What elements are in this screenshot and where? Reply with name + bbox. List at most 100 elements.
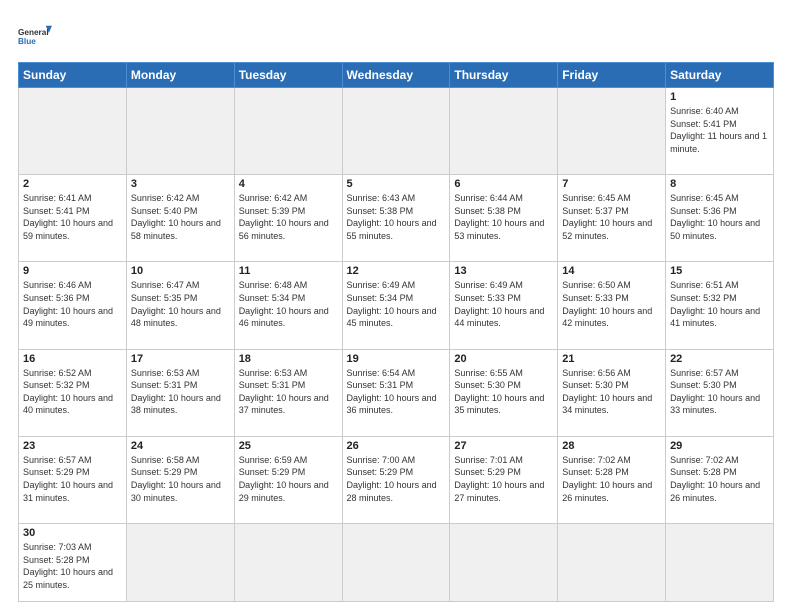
day-number: 10 bbox=[131, 265, 230, 277]
day-info: Sunrise: 6:49 AM Sunset: 5:33 PM Dayligh… bbox=[454, 279, 553, 329]
calendar-cell: 14 Sunrise: 6:50 AM Sunset: 5:33 PM Dayli… bbox=[558, 262, 666, 349]
calendar-cell bbox=[234, 88, 342, 175]
weekday-header-friday: Friday bbox=[558, 63, 666, 88]
calendar-cell bbox=[450, 88, 558, 175]
page: GeneralBlue SundayMondayTuesdayWednesday… bbox=[0, 0, 792, 612]
day-info: Sunrise: 6:48 AM Sunset: 5:34 PM Dayligh… bbox=[239, 279, 338, 329]
logo: GeneralBlue bbox=[18, 18, 54, 54]
day-number: 21 bbox=[562, 353, 661, 365]
day-info: Sunrise: 7:02 AM Sunset: 5:28 PM Dayligh… bbox=[670, 454, 769, 504]
day-info: Sunrise: 6:43 AM Sunset: 5:38 PM Dayligh… bbox=[347, 192, 446, 242]
svg-text:Blue: Blue bbox=[18, 37, 36, 46]
weekday-header-thursday: Thursday bbox=[450, 63, 558, 88]
day-info: Sunrise: 6:59 AM Sunset: 5:29 PM Dayligh… bbox=[239, 454, 338, 504]
calendar-cell bbox=[19, 88, 127, 175]
day-info: Sunrise: 6:51 AM Sunset: 5:32 PM Dayligh… bbox=[670, 279, 769, 329]
week-row-6: 30 Sunrise: 7:03 AM Sunset: 5:28 PM Dayli… bbox=[19, 524, 774, 602]
calendar-cell: 12Sunrise: 6:49 AM Sunset: 5:34 PM Dayli… bbox=[342, 262, 450, 349]
day-number: 28 bbox=[562, 440, 661, 452]
day-info: Sunrise: 6:46 AM Sunset: 5:36 PM Dayligh… bbox=[23, 279, 122, 329]
calendar-cell: 8Sunrise: 6:45 AM Sunset: 5:36 PM Daylig… bbox=[666, 175, 774, 262]
day-info: Sunrise: 6:50 AM Sunset: 5:33 PM Dayligh… bbox=[562, 279, 661, 329]
day-number: 22 bbox=[670, 353, 769, 365]
day-number: 14 bbox=[562, 265, 661, 277]
calendar-cell: 4 Sunrise: 6:42 AM Sunset: 5:39 PM Daylig… bbox=[234, 175, 342, 262]
weekday-header-wednesday: Wednesday bbox=[342, 63, 450, 88]
calendar-cell bbox=[558, 524, 666, 602]
day-number: 26 bbox=[347, 440, 446, 452]
calendar-cell: 1Sunrise: 6:40 AM Sunset: 5:41 PM Daylig… bbox=[666, 88, 774, 175]
header: GeneralBlue bbox=[18, 18, 774, 54]
day-number: 4 bbox=[239, 178, 338, 190]
calendar-cell: 3Sunrise: 6:42 AM Sunset: 5:40 PM Daylig… bbox=[126, 175, 234, 262]
day-info: Sunrise: 7:03 AM Sunset: 5:28 PM Dayligh… bbox=[23, 541, 122, 591]
calendar-cell: 21 Sunrise: 6:56 AM Sunset: 5:30 PM Dayli… bbox=[558, 349, 666, 436]
day-number: 5 bbox=[347, 178, 446, 190]
day-number: 30 bbox=[23, 527, 122, 539]
day-info: Sunrise: 6:55 AM Sunset: 5:30 PM Dayligh… bbox=[454, 367, 553, 417]
day-number: 12 bbox=[347, 265, 446, 277]
calendar-cell: 22 Sunrise: 6:57 AM Sunset: 5:30 PM Dayli… bbox=[666, 349, 774, 436]
day-info: Sunrise: 6:45 AM Sunset: 5:36 PM Dayligh… bbox=[670, 192, 769, 242]
day-info: Sunrise: 6:54 AM Sunset: 5:31 PM Dayligh… bbox=[347, 367, 446, 417]
day-info: Sunrise: 6:42 AM Sunset: 5:39 PM Dayligh… bbox=[239, 192, 338, 242]
day-info: Sunrise: 7:00 AM Sunset: 5:29 PM Dayligh… bbox=[347, 454, 446, 504]
calendar-cell bbox=[234, 524, 342, 602]
day-info: Sunrise: 6:56 AM Sunset: 5:30 PM Dayligh… bbox=[562, 367, 661, 417]
day-number: 9 bbox=[23, 265, 122, 277]
day-number: 1 bbox=[670, 91, 769, 103]
calendar-cell: 9 Sunrise: 6:46 AM Sunset: 5:36 PM Daylig… bbox=[19, 262, 127, 349]
day-number: 24 bbox=[131, 440, 230, 452]
calendar-cell bbox=[666, 524, 774, 602]
day-info: Sunrise: 6:41 AM Sunset: 5:41 PM Dayligh… bbox=[23, 192, 122, 242]
day-info: Sunrise: 6:44 AM Sunset: 5:38 PM Dayligh… bbox=[454, 192, 553, 242]
day-number: 13 bbox=[454, 265, 553, 277]
calendar-cell bbox=[126, 524, 234, 602]
calendar-cell: 5 Sunrise: 6:43 AM Sunset: 5:38 PM Daylig… bbox=[342, 175, 450, 262]
calendar-cell: 6 Sunrise: 6:44 AM Sunset: 5:38 PM Daylig… bbox=[450, 175, 558, 262]
calendar-cell: 27 Sunrise: 7:01 AM Sunset: 5:29 PM Dayli… bbox=[450, 436, 558, 523]
day-number: 25 bbox=[239, 440, 338, 452]
calendar-cell: 16Sunrise: 6:52 AM Sunset: 5:32 PM Dayli… bbox=[19, 349, 127, 436]
calendar-cell bbox=[126, 88, 234, 175]
day-info: Sunrise: 6:58 AM Sunset: 5:29 PM Dayligh… bbox=[131, 454, 230, 504]
calendar-cell: 10 Sunrise: 6:47 AM Sunset: 5:35 PM Dayli… bbox=[126, 262, 234, 349]
calendar-table: SundayMondayTuesdayWednesdayThursdayFrid… bbox=[18, 62, 774, 602]
weekday-header-sunday: Sunday bbox=[19, 63, 127, 88]
week-row-2: 2Sunrise: 6:41 AM Sunset: 5:41 PM Daylig… bbox=[19, 175, 774, 262]
calendar-cell: 2Sunrise: 6:41 AM Sunset: 5:41 PM Daylig… bbox=[19, 175, 127, 262]
calendar-cell: 20 Sunrise: 6:55 AM Sunset: 5:30 PM Dayli… bbox=[450, 349, 558, 436]
calendar-cell: 23Sunrise: 6:57 AM Sunset: 5:29 PM Dayli… bbox=[19, 436, 127, 523]
week-row-4: 16Sunrise: 6:52 AM Sunset: 5:32 PM Dayli… bbox=[19, 349, 774, 436]
day-info: Sunrise: 6:53 AM Sunset: 5:31 PM Dayligh… bbox=[239, 367, 338, 417]
day-info: Sunrise: 6:57 AM Sunset: 5:29 PM Dayligh… bbox=[23, 454, 122, 504]
day-number: 7 bbox=[562, 178, 661, 190]
day-number: 6 bbox=[454, 178, 553, 190]
calendar-cell: 7 Sunrise: 6:45 AM Sunset: 5:37 PM Daylig… bbox=[558, 175, 666, 262]
day-info: Sunrise: 7:02 AM Sunset: 5:28 PM Dayligh… bbox=[562, 454, 661, 504]
day-info: Sunrise: 6:45 AM Sunset: 5:37 PM Dayligh… bbox=[562, 192, 661, 242]
weekday-header-row: SundayMondayTuesdayWednesdayThursdayFrid… bbox=[19, 63, 774, 88]
day-number: 20 bbox=[454, 353, 553, 365]
day-info: Sunrise: 6:47 AM Sunset: 5:35 PM Dayligh… bbox=[131, 279, 230, 329]
calendar-cell: 24 Sunrise: 6:58 AM Sunset: 5:29 PM Dayli… bbox=[126, 436, 234, 523]
weekday-header-monday: Monday bbox=[126, 63, 234, 88]
calendar-cell: 28 Sunrise: 7:02 AM Sunset: 5:28 PM Dayli… bbox=[558, 436, 666, 523]
day-info: Sunrise: 6:57 AM Sunset: 5:30 PM Dayligh… bbox=[670, 367, 769, 417]
calendar-cell: 17Sunrise: 6:53 AM Sunset: 5:31 PM Dayli… bbox=[126, 349, 234, 436]
day-number: 27 bbox=[454, 440, 553, 452]
week-row-5: 23Sunrise: 6:57 AM Sunset: 5:29 PM Dayli… bbox=[19, 436, 774, 523]
calendar-cell: 26 Sunrise: 7:00 AM Sunset: 5:29 PM Dayli… bbox=[342, 436, 450, 523]
calendar-cell bbox=[342, 524, 450, 602]
day-number: 18 bbox=[239, 353, 338, 365]
calendar-cell: 19Sunrise: 6:54 AM Sunset: 5:31 PM Dayli… bbox=[342, 349, 450, 436]
weekday-header-saturday: Saturday bbox=[666, 63, 774, 88]
calendar-cell: 11 Sunrise: 6:48 AM Sunset: 5:34 PM Dayli… bbox=[234, 262, 342, 349]
day-info: Sunrise: 7:01 AM Sunset: 5:29 PM Dayligh… bbox=[454, 454, 553, 504]
day-number: 15 bbox=[670, 265, 769, 277]
weekday-header-tuesday: Tuesday bbox=[234, 63, 342, 88]
logo-icon: GeneralBlue bbox=[18, 18, 54, 54]
day-info: Sunrise: 6:42 AM Sunset: 5:40 PM Dayligh… bbox=[131, 192, 230, 242]
calendar-cell bbox=[450, 524, 558, 602]
day-number: 11 bbox=[239, 265, 338, 277]
